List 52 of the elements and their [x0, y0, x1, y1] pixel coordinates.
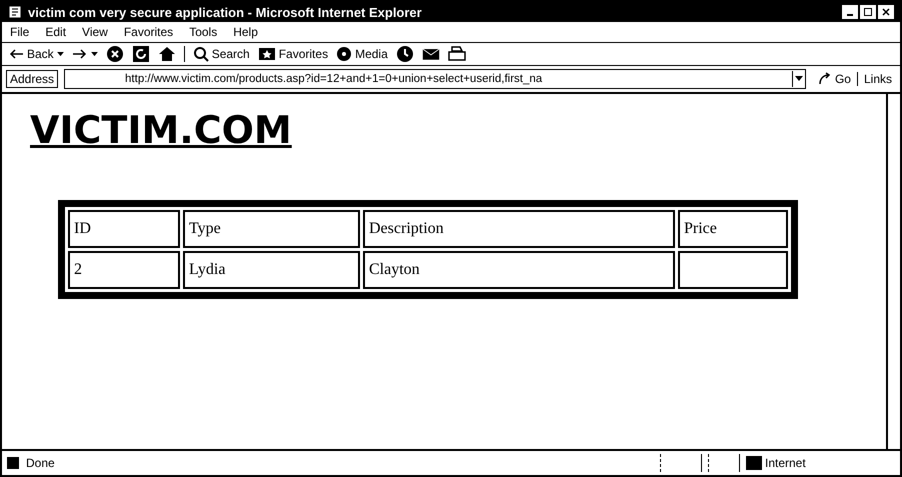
right-arrow-icon[interactable]	[72, 48, 88, 60]
status-pane	[708, 454, 740, 472]
forward-button[interactable]	[72, 48, 98, 60]
disc-icon[interactable]	[336, 46, 352, 62]
menu-item[interactable]: Tools	[189, 25, 218, 39]
address-field[interactable]: http://www.victim.com/products.asp?id=12+and+1=0+union+select+userid,first_na	[64, 69, 806, 89]
history-icon[interactable]	[396, 45, 414, 63]
dropdown-arrow-icon[interactable]	[792, 71, 805, 87]
back-label[interactable]: Back	[27, 47, 54, 61]
left-arrow-icon[interactable]	[8, 48, 24, 60]
close-icon[interactable]	[881, 7, 891, 17]
search-button[interactable]: Search	[184, 46, 250, 62]
menu-item[interactable]: Help	[233, 25, 258, 39]
printer-icon[interactable]	[448, 45, 466, 63]
table-header-cell: Type	[183, 210, 360, 248]
go-label[interactable]: Go	[834, 72, 851, 86]
menu-item[interactable]: View	[82, 25, 108, 39]
table-header-cell: ID	[68, 210, 180, 248]
status-text: Done	[26, 456, 55, 470]
search-icon[interactable]	[192, 46, 209, 62]
caret-icon[interactable]	[56, 52, 64, 56]
table-cell: Clayton	[363, 251, 675, 289]
star-folder-icon[interactable]	[258, 46, 276, 62]
zone-indicator: Internet	[746, 456, 896, 470]
media-label[interactable]: Media	[355, 47, 388, 61]
table-cell: Lydia	[183, 251, 360, 289]
close-button[interactable]	[878, 5, 894, 19]
window-title: victim com very secure application - Microsoft Internet Explorer	[28, 4, 422, 20]
links-button[interactable]: Links	[864, 72, 896, 86]
status-pane	[660, 454, 702, 472]
maximize-button[interactable]	[860, 5, 876, 19]
table-cell: 2	[68, 251, 180, 289]
table-header-cell: Description	[363, 210, 675, 248]
maximize-icon[interactable]	[863, 7, 873, 17]
go-button[interactable]: Go	[812, 72, 858, 86]
table-header-cell: Price	[678, 210, 788, 248]
favorites-button[interactable]: Favorites	[258, 46, 328, 62]
menu-item[interactable]: File	[10, 25, 30, 39]
minimize-button[interactable]	[842, 5, 858, 19]
caret-icon[interactable]	[90, 52, 98, 56]
back-button[interactable]: Back	[8, 47, 64, 61]
stop-icon[interactable]	[106, 45, 124, 63]
site-heading[interactable]: VICTIM.COM	[30, 108, 292, 152]
menu-item[interactable]: Favorites	[124, 25, 174, 39]
search-label[interactable]: Search	[212, 47, 250, 61]
favorites-label[interactable]: Favorites	[278, 47, 328, 61]
refresh-icon[interactable]	[132, 45, 150, 63]
media-button[interactable]: Media	[336, 46, 388, 62]
go-arrow-icon[interactable]	[818, 72, 832, 86]
address-label: Address	[6, 70, 58, 88]
home-icon[interactable]	[158, 45, 176, 63]
menu-item[interactable]: Edit	[45, 25, 66, 39]
